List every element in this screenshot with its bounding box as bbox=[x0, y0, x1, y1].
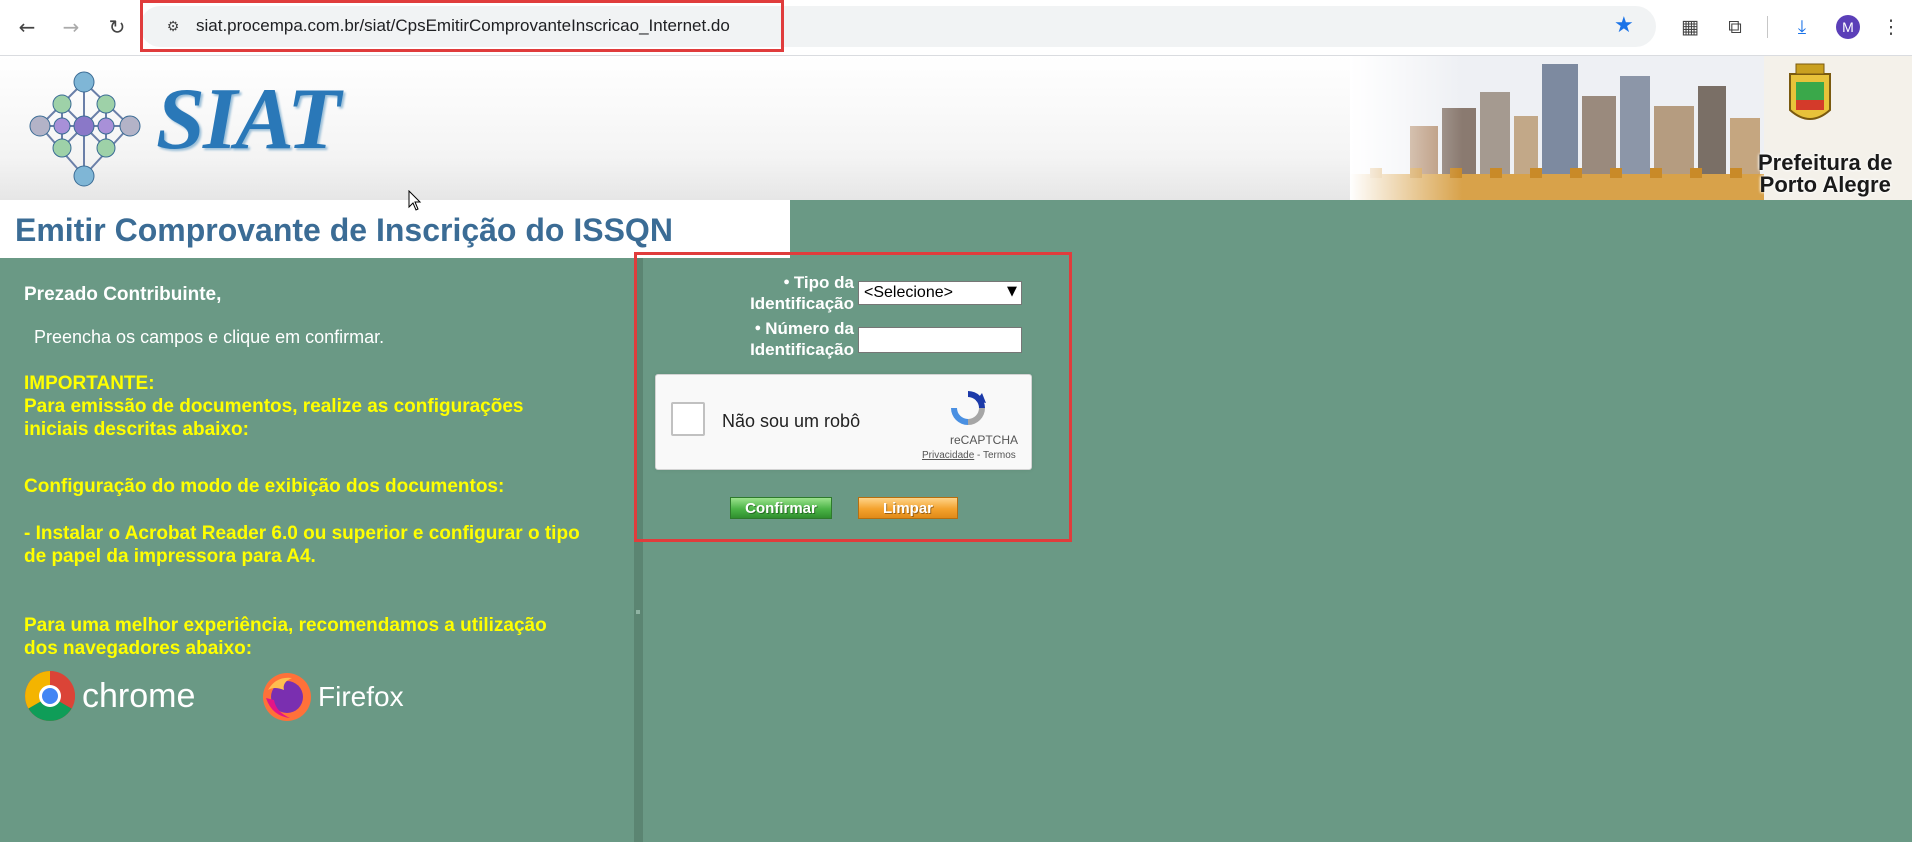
firefox-label: Firefox bbox=[318, 681, 404, 712]
numero-identificacao-input[interactable] bbox=[858, 327, 1022, 353]
numero-identificacao-label: ● Número da Identificação bbox=[634, 318, 854, 360]
reload-icon[interactable]: ↻ bbox=[102, 12, 132, 42]
recaptcha-logo-icon bbox=[951, 391, 986, 425]
limpar-button[interactable]: Limpar bbox=[858, 497, 958, 519]
recaptcha-link-separator: - bbox=[974, 450, 983, 461]
firefox-link[interactable]: Firefox bbox=[262, 672, 404, 722]
menu-icon[interactable]: ⋮ bbox=[1876, 12, 1906, 42]
forward-icon[interactable]: → bbox=[56, 12, 86, 42]
url-highlight-box bbox=[140, 0, 784, 52]
important-text: Para emissão de documentos, realize as c… bbox=[24, 396, 524, 440]
tipo-label-line-2: Identificação bbox=[750, 294, 854, 313]
toolbar-divider bbox=[1767, 16, 1768, 38]
instruction-text: Preencha os campos e clique em confirmar… bbox=[34, 327, 385, 347]
numero-label-line-2: Identificação bbox=[750, 340, 854, 359]
mouse-cursor-icon bbox=[408, 190, 422, 211]
chevron-down-icon: ▼ bbox=[1007, 284, 1017, 299]
back-icon[interactable]: ← bbox=[12, 12, 42, 42]
tipo-identificacao-label: ● Tipo da Identificação bbox=[634, 272, 854, 314]
browser-toolbar: ← → ↻ ⚙ siat.procempa.com.br/siat/CpsEmi… bbox=[0, 0, 1912, 56]
siat-molecule-logo bbox=[29, 71, 141, 187]
required-marker: ● bbox=[783, 276, 790, 288]
splitter-grip bbox=[636, 610, 640, 614]
prefeitura-label: Prefeitura de Porto Alegre bbox=[1758, 152, 1893, 196]
title-tab-curve bbox=[740, 200, 790, 258]
numero-label-line-1: Número da bbox=[765, 319, 854, 338]
confirmar-button[interactable]: Confirmar bbox=[730, 497, 832, 519]
page-title: Emitir Comprovante de Inscrição do ISSQN bbox=[15, 212, 673, 248]
recaptcha-terms-link[interactable]: Termos bbox=[983, 450, 1016, 461]
tipo-selected-value: <Selecione> bbox=[864, 284, 953, 301]
title-strip: Emitir Comprovante de Inscrição do ISSQN bbox=[0, 200, 1912, 258]
tipo-label-line-1: Tipo da bbox=[793, 273, 854, 292]
recaptcha-label: Não sou um robô bbox=[722, 411, 861, 431]
important-title: IMPORTANTE: bbox=[24, 373, 155, 394]
chrome-logo-icon bbox=[25, 671, 75, 721]
browsers-text: Para uma melhor experiência, recomendamo… bbox=[24, 615, 547, 659]
siat-logo-text: SIAT bbox=[156, 71, 341, 168]
tipo-identificacao-select[interactable]: <Selecione> ▼ bbox=[858, 281, 1022, 305]
bookmark-star-icon[interactable]: ★ bbox=[1614, 13, 1634, 38]
siat-header-banner: SIAT Prefeitura de Porto Alegre bbox=[0, 56, 1912, 200]
prefeitura-line-2: Porto Alegre bbox=[1759, 172, 1891, 197]
recaptcha-privacy-link[interactable]: Privacidade bbox=[922, 450, 974, 461]
chrome-label: chrome bbox=[82, 676, 196, 715]
extensions-icon[interactable]: ⧉ bbox=[1720, 12, 1750, 42]
recaptcha-checkbox[interactable] bbox=[671, 402, 705, 436]
config-title: Configuração do modo de exibição dos doc… bbox=[24, 476, 505, 497]
qr-code-icon[interactable]: ▦ bbox=[1675, 12, 1705, 42]
download-icon[interactable]: ⤓ bbox=[1787, 12, 1817, 42]
recaptcha-widget: Não sou um robô reCAPTCHA Privacidade - … bbox=[655, 374, 1032, 470]
required-marker: ● bbox=[754, 322, 762, 334]
greeting: Prezado Contribuinte, bbox=[24, 284, 222, 305]
firefox-logo-icon bbox=[263, 673, 311, 721]
chrome-link[interactable]: chrome bbox=[24, 670, 195, 722]
prefeitura-line-1: Prefeitura de bbox=[1758, 150, 1893, 175]
config-text: - Instalar o Acrobat Reader 6.0 ou super… bbox=[24, 523, 580, 567]
profile-avatar[interactable]: M bbox=[1836, 15, 1860, 39]
recaptcha-brand: reCAPTCHA bbox=[950, 433, 1019, 447]
recaptcha-links: Privacidade - Termos bbox=[922, 450, 1016, 461]
